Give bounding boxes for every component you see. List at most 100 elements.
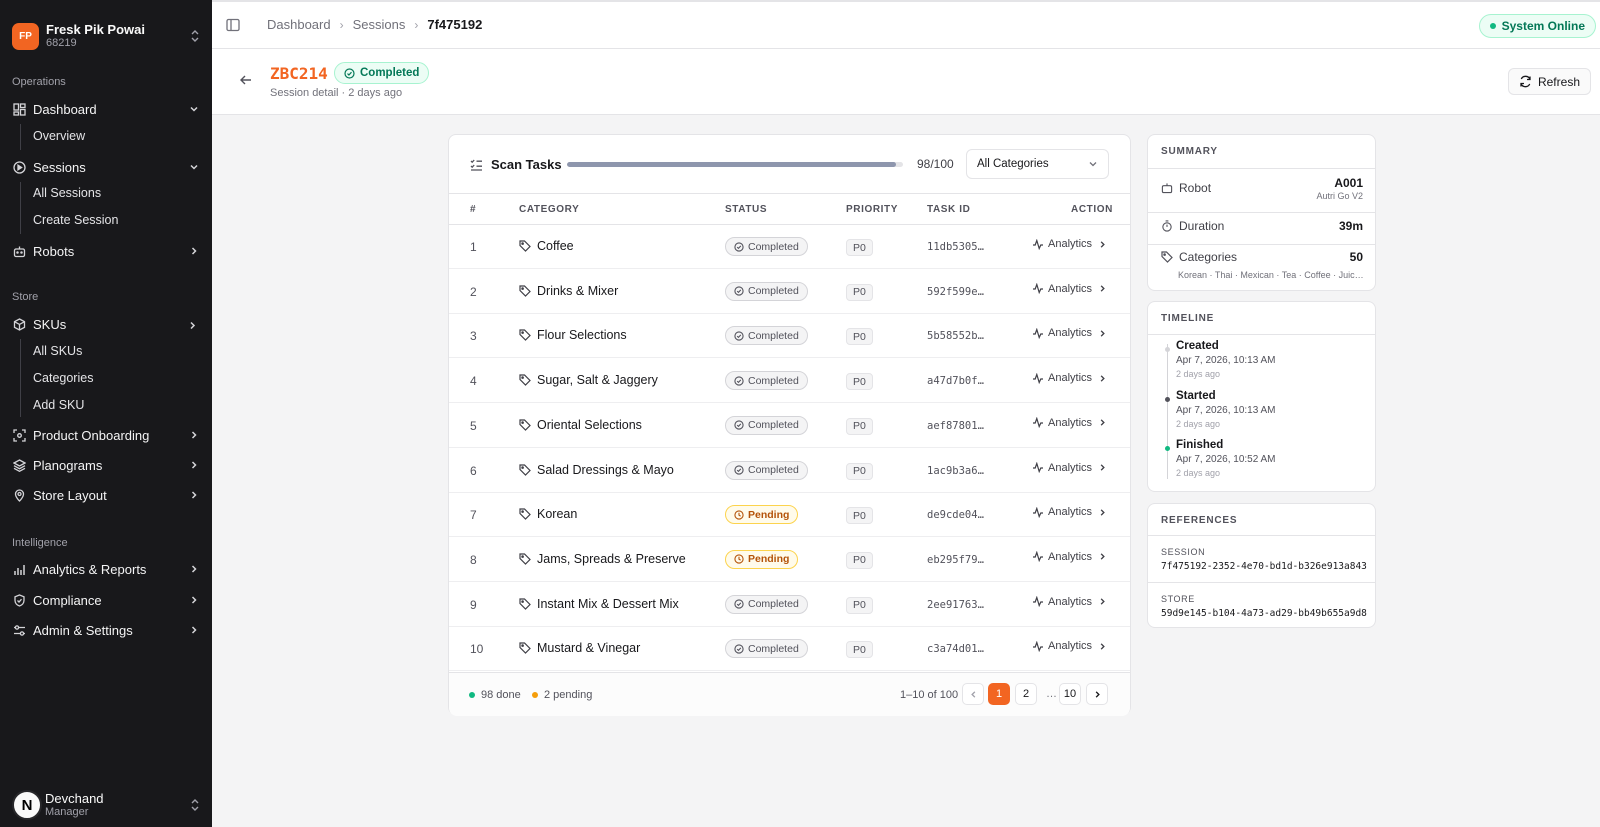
timeline-event-ago: 2 days ago xyxy=(1176,419,1221,429)
category-filter-select[interactable]: All Categories xyxy=(966,149,1109,179)
table-row[interactable]: 8 Jams, Spreads & Preserve Pending P0 eb295f… xyxy=(449,538,1130,582)
timeline-title: TIMELINE xyxy=(1161,313,1215,324)
sidebar-item-analytics-reports[interactable]: Analytics & Reports xyxy=(12,558,200,580)
sidebar-item-all-skus[interactable]: All SKUs xyxy=(33,341,82,361)
breadcrumb-sessions[interactable]: Sessions xyxy=(353,17,406,32)
activity-icon xyxy=(1032,327,1048,339)
sidebar-toggle-icon[interactable] xyxy=(226,18,240,32)
prev-page-button[interactable] xyxy=(962,683,984,705)
sidebar-item-categories[interactable]: Categories xyxy=(33,368,93,388)
sidebar-item-admin-settings[interactable]: Admin & Settings xyxy=(12,619,200,641)
org-switcher[interactable]: FP Fresk Pik Powai 68219 xyxy=(12,21,202,51)
user-menu[interactable]: N Devchand Manager xyxy=(12,790,202,820)
activity-icon xyxy=(1032,640,1048,652)
status-badge: Completed xyxy=(725,371,808,391)
sidebar-item-product-onboarding[interactable]: Product Onboarding xyxy=(12,424,200,446)
status-label: Completed xyxy=(748,642,799,655)
breadcrumb-dashboard[interactable]: Dashboard xyxy=(267,17,331,32)
session-ref-value[interactable]: 7f475192-2352-4e70-bd1d-b326e913a843 xyxy=(1161,561,1367,572)
package-icon xyxy=(12,317,26,331)
references-card: REFERENCES SESSION 7f475192-2352-4e70-bd… xyxy=(1147,503,1376,628)
page-button-1[interactable]: 1 xyxy=(988,683,1010,705)
breadcrumb-current: 7f475192 xyxy=(427,17,483,32)
table-row[interactable]: 5 Oriental Selections Completed P0 aef87801…… xyxy=(449,404,1130,448)
status-badge: Completed xyxy=(725,460,808,480)
robot-id: A001 xyxy=(1334,176,1363,190)
sidebar-item-compliance[interactable]: Compliance xyxy=(12,589,200,611)
sidebar-item-create-session[interactable]: Create Session xyxy=(33,210,118,230)
analytics-link[interactable]: Analytics xyxy=(1032,551,1111,563)
sidebar-item-skus[interactable]: SKUs xyxy=(12,313,200,335)
sidebar-item-sessions[interactable]: Sessions xyxy=(12,156,200,178)
sidebar-item-store-layout[interactable]: Store Layout xyxy=(12,484,200,506)
tag-icon xyxy=(519,642,537,655)
page-button-10[interactable]: 10 xyxy=(1059,683,1081,705)
submenu-line xyxy=(20,339,21,417)
sidebar: FP Fresk Pik Powai 68219 Operations Dash… xyxy=(0,0,212,827)
activity-icon xyxy=(1032,506,1048,518)
status-label: Pending xyxy=(748,508,790,521)
analytics-link[interactable]: Analytics xyxy=(1032,283,1111,295)
sidebar-item-all-sessions[interactable]: All Sessions xyxy=(33,183,101,203)
scan-tasks-card: Scan Tasks 98/100 All Categories # CATEG… xyxy=(448,134,1131,716)
row-category: Oriental Selections xyxy=(519,418,642,432)
analytics-link[interactable]: Analytics xyxy=(1032,640,1111,652)
chevron-down-icon xyxy=(188,161,200,173)
row-number: 8 xyxy=(470,552,477,567)
table-row[interactable]: 9 Instant Mix & Dessert Mix Completed P0 2ee… xyxy=(449,583,1130,627)
tag-icon xyxy=(519,597,537,610)
table-row[interactable]: 1 Coffee Completed P0 11db5305… Analytics xyxy=(449,225,1130,269)
chevron-right-icon xyxy=(1098,329,1111,338)
chevron-right-icon xyxy=(1095,690,1100,698)
row-category: Mustard & Vinegar xyxy=(519,641,640,655)
table-row[interactable]: 3 Flour Selections Completed P0 5b58552b… Ana… xyxy=(449,314,1130,359)
analytics-link[interactable]: Analytics xyxy=(1032,506,1111,518)
table-row[interactable]: 4 Sugar, Salt & Jaggery Completed P0 a47d7b0… xyxy=(449,359,1130,404)
user-role: Manager xyxy=(45,806,89,818)
tag-icon xyxy=(519,329,537,342)
category-label: Mustard & Vinegar xyxy=(537,641,641,656)
row-number: 2 xyxy=(470,284,477,299)
table-row[interactable]: 10 Mustard & Vinegar Completed P0 c3a74d01… A… xyxy=(449,627,1130,672)
status-badge-label: Completed xyxy=(360,67,420,79)
topbar: Dashboard › Sessions › 7f475192 System O… xyxy=(212,0,1600,49)
page-button-2[interactable]: 2 xyxy=(1015,683,1037,705)
row-category: Coffee xyxy=(519,239,574,253)
priority-badge: P0 xyxy=(846,417,873,435)
back-arrow-icon[interactable] xyxy=(239,73,253,87)
analytics-link[interactable]: Analytics xyxy=(1032,327,1111,339)
next-page-button[interactable] xyxy=(1086,683,1108,705)
layout-dashboard-icon xyxy=(12,102,26,116)
divider xyxy=(1148,334,1375,335)
analytics-link[interactable]: Analytics xyxy=(1032,596,1111,608)
chevron-down-icon xyxy=(188,318,200,330)
pending-count: 2 pending xyxy=(544,689,593,701)
bot-icon xyxy=(1161,183,1173,194)
check-circle-icon xyxy=(734,420,748,430)
table-row[interactable]: 2 Drinks & Mixer Completed P0 592f599e… Analy… xyxy=(449,270,1130,314)
row-number: 1 xyxy=(470,240,477,254)
refresh-icon xyxy=(1520,75,1531,88)
priority-badge: P0 xyxy=(846,283,873,301)
sidebar-item-robots[interactable]: Robots xyxy=(12,240,200,262)
sidebar-item-dashboard[interactable]: Dashboard xyxy=(12,98,200,120)
section-label-store: Store xyxy=(12,291,39,303)
sidebar-item-planograms[interactable]: Planograms xyxy=(12,454,200,476)
analytics-link[interactable]: Analytics xyxy=(1032,238,1111,250)
summary-card: SUMMARY Robot A001 Autri Go V2 Duration … xyxy=(1147,134,1376,291)
sidebar-item-overview[interactable]: Overview xyxy=(33,126,85,146)
analytics-link[interactable]: Analytics xyxy=(1032,372,1111,384)
timeline-event-title: Started xyxy=(1176,390,1216,402)
analytics-link[interactable]: Analytics xyxy=(1032,417,1111,429)
sidebar-item-label: Product Onboarding xyxy=(33,427,150,443)
status-label: Pending xyxy=(748,553,790,566)
divider xyxy=(1148,582,1375,583)
store-ref-value[interactable]: 59d9e145-b104-4a73-ad29-bb49b655a9d8 xyxy=(1161,608,1367,619)
sidebar-item-add-sku[interactable]: Add SKU xyxy=(33,395,84,415)
analytics-link[interactable]: Analytics xyxy=(1032,462,1111,474)
table-row[interactable]: 6 Salad Dressings & Mayo Completed P0 1ac9b3… xyxy=(449,449,1130,493)
task-id: a47d7b0f… xyxy=(927,375,984,388)
refresh-button[interactable]: Refresh xyxy=(1507,68,1591,95)
sidebar-item-label: Analytics & Reports xyxy=(33,561,147,577)
table-row[interactable]: 7 Korean Pending P0 de9cde04… Analytics xyxy=(449,493,1130,538)
